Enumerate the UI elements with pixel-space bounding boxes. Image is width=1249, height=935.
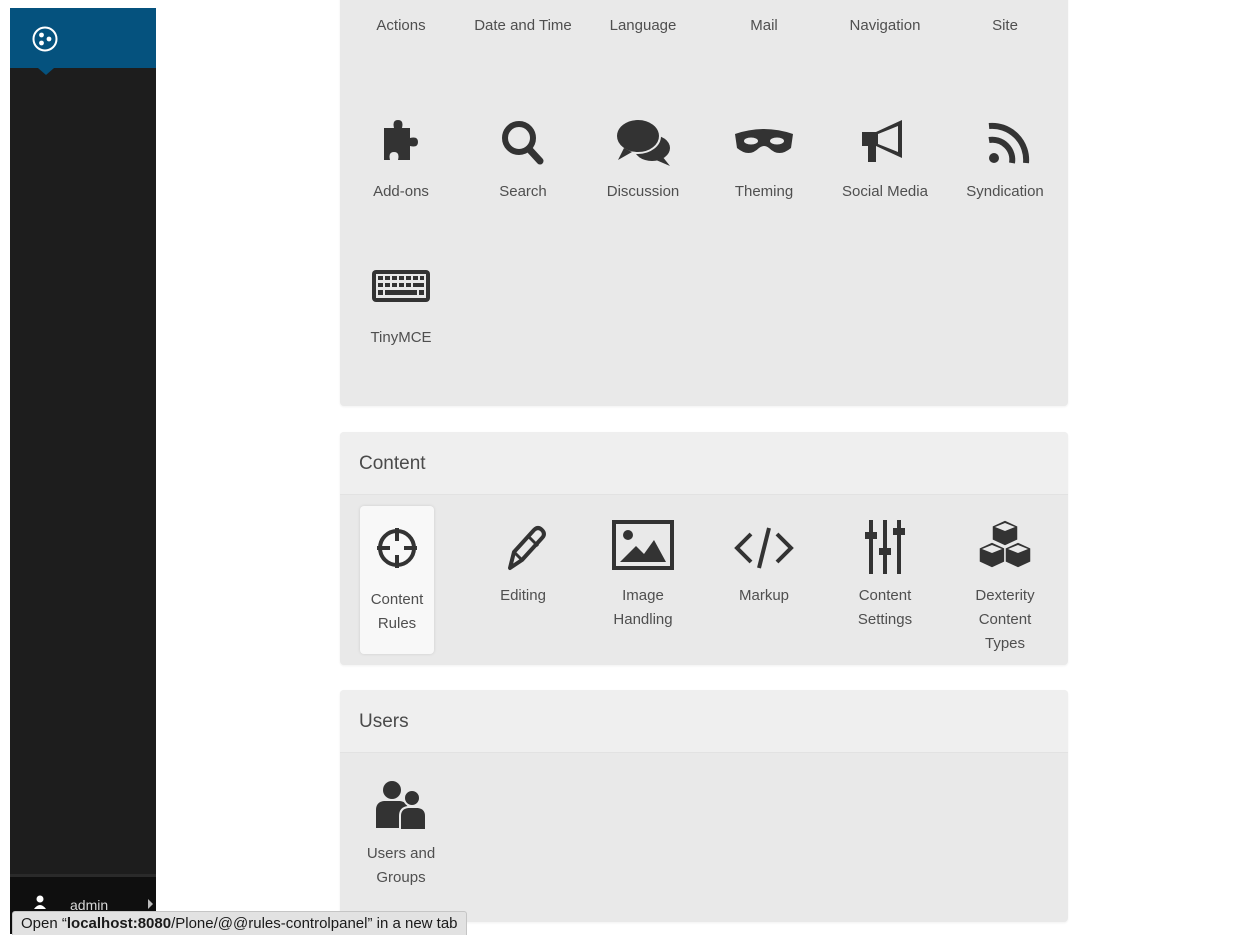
tile-label: Content Settings [857, 587, 913, 628]
tile-content-rules[interactable]: Content Rules [360, 506, 434, 654]
tile-label: Dexterity Content Types [975, 587, 1035, 652]
panel-title: Content [359, 453, 426, 474]
cubes-icon [978, 519, 1032, 569]
tile-markup[interactable]: Markup [709, 518, 819, 648]
megaphone-icon [862, 120, 902, 162]
code-icon [734, 527, 794, 569]
link-status-bar: Open “localhost:8080/Plone/@@rules-contr… [12, 911, 467, 935]
logo-caret [38, 68, 54, 75]
tile-tinymce[interactable]: TinyMCE [346, 260, 456, 360]
tile-search[interactable]: Search [468, 114, 578, 232]
tile-label: Navigation [849, 17, 921, 34]
comments-icon [615, 118, 670, 166]
expand-arrow-icon[interactable] [148, 899, 153, 909]
status-prefix: Open “ [21, 915, 67, 932]
puzzle-icon [384, 120, 418, 160]
tile-label: Social Media [842, 183, 928, 200]
tile-image-handling[interactable]: Image Handling [588, 518, 698, 648]
image-icon [612, 520, 674, 570]
tile-label: TinyMCE [370, 329, 432, 346]
content-panel: Content Content Rules Editing Image Hand… [340, 432, 1068, 665]
mask-icon [735, 129, 793, 153]
tile-dexterity-content-types[interactable]: Dexterity Content Types [950, 518, 1060, 652]
tile-navigation[interactable]: Navigation [830, 0, 940, 90]
tile-editing[interactable]: Editing [468, 518, 578, 648]
toolbar-sidebar: admin [10, 8, 156, 934]
tile-label: Discussion [606, 183, 680, 200]
status-path: /Plone/@@rules-controlpanel [171, 915, 368, 932]
pencil-icon [508, 526, 546, 570]
tile-label: Add-ons [373, 183, 429, 200]
tile-language[interactable]: Language [588, 0, 698, 90]
tile-actions[interactable]: Actions [346, 0, 456, 90]
tile-label: Language [609, 17, 677, 34]
site-icon [970, 0, 1040, 8]
status-host: localhost:8080 [66, 915, 172, 932]
tile-label: Content Rules [370, 591, 424, 632]
calendar-icon [488, 0, 558, 8]
plone-logo-icon [32, 26, 58, 52]
tile-label: Syndication [966, 183, 1044, 200]
tile-content-settings[interactable]: Content Settings [830, 518, 940, 648]
crosshair-icon [377, 528, 417, 568]
tile-theming[interactable]: Theming [709, 114, 819, 232]
tile-label: Search [499, 183, 547, 200]
status-suffix: ” in a new tab [367, 915, 458, 932]
tile-label: Theming [734, 183, 794, 200]
search-icon [502, 121, 544, 165]
tile-label: Image Handling [613, 587, 673, 628]
tile-syndication[interactable]: Syndication [950, 114, 1060, 232]
panel-header: Content [340, 432, 1068, 495]
actions-gears-icon [366, 0, 436, 8]
tile-users-and-groups[interactable]: Users and Groups [346, 776, 456, 906]
tile-date-and-time[interactable]: Date and Time [468, 0, 578, 90]
user-icon [34, 895, 46, 909]
keyboard-icon [372, 270, 430, 302]
tile-label: Date and Time [474, 17, 572, 34]
tile-label: Users and Groups [366, 845, 436, 886]
sliders-icon [865, 520, 905, 574]
language-icon [608, 0, 678, 8]
tile-mail[interactable]: Mail [709, 0, 819, 90]
panel-header: Users [340, 690, 1068, 753]
rss-icon [988, 122, 1030, 164]
general-settings-panel: Actions Date and Time Language Mail Navi… [340, 0, 1068, 406]
users-panel: Users Users and Groups [340, 690, 1068, 922]
tile-social-media[interactable]: Social Media [830, 114, 940, 232]
tile-discussion[interactable]: Discussion [588, 114, 698, 232]
tile-label: Actions [376, 17, 426, 34]
tile-label: Markup [738, 587, 790, 604]
mail-icon [729, 0, 799, 8]
tile-label: Mail [750, 17, 778, 34]
navigation-icon [850, 0, 920, 8]
users-icon [376, 781, 427, 831]
tile-add-ons[interactable]: Add-ons [346, 114, 456, 232]
panel-title: Users [359, 711, 409, 732]
plone-logo-button[interactable] [10, 8, 156, 75]
tile-site[interactable]: Site [950, 0, 1060, 90]
tile-label: Editing [500, 587, 546, 604]
tile-label: Site [992, 17, 1018, 34]
